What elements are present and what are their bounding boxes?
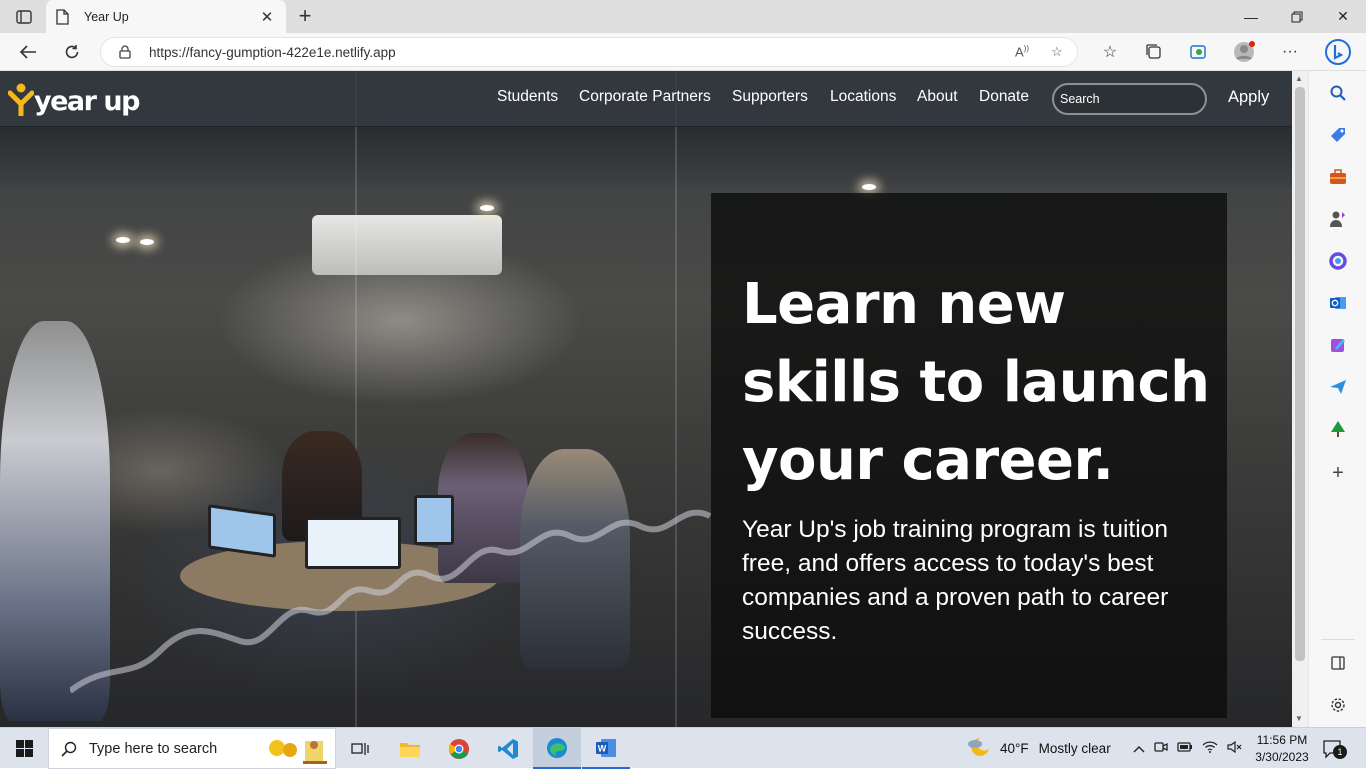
notification-center-icon[interactable]: 1: [1322, 728, 1347, 769]
outlook-icon[interactable]: [1326, 291, 1350, 315]
minimize-button[interactable]: —: [1228, 0, 1274, 33]
designer-icon[interactable]: [1326, 333, 1350, 357]
browser-tab[interactable]: Year Up ✕: [46, 0, 286, 33]
logo-text: year up: [34, 86, 140, 117]
browser-toolbar: https://fancy-gumption-422e1e.netlify.ap…: [0, 33, 1366, 71]
windows-start-icon[interactable]: [0, 728, 48, 769]
ceiling-light: [480, 205, 494, 211]
add-favorite-icon[interactable]: ☆: [1051, 44, 1063, 60]
battery-icon[interactable]: [1177, 741, 1193, 756]
decorative-wave: [70, 509, 712, 694]
nav-apply[interactable]: Apply: [1228, 88, 1269, 107]
scroll-down-icon[interactable]: ▼: [1295, 714, 1303, 723]
headline-line: your career.: [742, 428, 1114, 493]
search-icon[interactable]: [1326, 81, 1350, 105]
file-explorer-icon[interactable]: [386, 728, 434, 769]
weather-widget[interactable]: 40°F Mostly clear: [966, 728, 1111, 769]
hero-body-text: Year Up's job training program is tuitio…: [742, 516, 1169, 645]
hero-panel: Learn new skills to launch your career. …: [711, 193, 1227, 718]
weather-moon-icon: [966, 736, 992, 761]
back-arrow-icon[interactable]: [14, 38, 42, 66]
lock-icon[interactable]: [119, 45, 131, 64]
tab-title: Year Up: [84, 9, 129, 24]
tree-icon[interactable]: [1326, 417, 1350, 441]
nav-donate[interactable]: Donate: [979, 88, 1029, 106]
ceiling-light: [140, 239, 154, 245]
microsoft-365-icon[interactable]: [1326, 249, 1350, 273]
clock-time: 11:56 PM: [1256, 733, 1308, 747]
close-tab-icon[interactable]: ✕: [258, 8, 276, 26]
weather-description: Mostly clear: [1038, 741, 1111, 756]
taskbar-search-placeholder: Type here to search: [89, 740, 218, 757]
bing-chat-icon[interactable]: [1324, 38, 1352, 66]
notification-badge: 1: [1333, 745, 1347, 759]
clock-date: 3/30/2023: [1255, 750, 1309, 764]
nav-students[interactable]: Students: [497, 88, 558, 106]
ceiling-light: [116, 237, 130, 243]
chevron-up-icon[interactable]: [1133, 741, 1145, 756]
windows-taskbar: Type here to search W 40°F Mostly clear: [0, 727, 1366, 769]
ceiling-light: [862, 184, 876, 190]
send-icon[interactable]: [1326, 375, 1350, 399]
shopping-tag-icon[interactable]: [1326, 123, 1350, 147]
nav-locations[interactable]: Locations: [830, 88, 896, 106]
search-icon: [61, 741, 77, 762]
hide-sidebar-icon[interactable]: [1326, 651, 1350, 675]
address-bar[interactable]: https://fancy-gumption-422e1e.netlify.ap…: [100, 37, 1078, 67]
new-tab-button[interactable]: +: [292, 3, 318, 29]
search-highlight-icon: [265, 735, 331, 770]
taskbar-clock[interactable]: 11:56 PM 3/30/2023: [1252, 732, 1312, 766]
games-icon[interactable]: [1326, 207, 1350, 231]
edge-taskbar-icon[interactable]: [533, 728, 581, 769]
restore-button[interactable]: [1274, 0, 1320, 33]
meet-now-icon[interactable]: [1154, 740, 1168, 757]
url-text[interactable]: https://fancy-gumption-422e1e.netlify.ap…: [149, 45, 396, 60]
close-window-button[interactable]: ✕: [1320, 0, 1366, 33]
profile-avatar[interactable]: [1230, 38, 1258, 66]
nav-about[interactable]: About: [917, 88, 958, 106]
page-icon: [56, 8, 72, 25]
refresh-icon[interactable]: [58, 38, 86, 66]
favorites-icon[interactable]: ☆: [1096, 38, 1124, 66]
nav-corporate-partners[interactable]: Corporate Partners: [579, 88, 711, 106]
yearup-logo-icon: [8, 83, 34, 116]
site-navbar: year up Students Corporate Partners Supp…: [0, 71, 1292, 127]
yearup-logo[interactable]: year up: [8, 81, 140, 117]
tab-actions-icon[interactable]: [8, 6, 40, 28]
sidebar-settings-gear-icon[interactable]: [1326, 693, 1350, 717]
ceiling: [0, 127, 1292, 187]
page-scrollbar[interactable]: ▲ ▼: [1292, 71, 1308, 727]
more-options-icon[interactable]: ···: [1276, 38, 1304, 66]
weather-temperature: 40°F: [1000, 741, 1029, 756]
site-search-input[interactable]: [1052, 83, 1207, 115]
add-sidebar-app-icon[interactable]: +: [1326, 461, 1350, 485]
collections-icon[interactable]: [1140, 38, 1168, 66]
edge-sidebar: +: [1308, 71, 1366, 727]
headline-line: Learn new: [742, 272, 1066, 337]
air-conditioner: [312, 215, 502, 275]
browser-tabstrip: Year Up ✕ + — ✕: [0, 0, 1366, 33]
scrollbar-thumb[interactable]: [1295, 87, 1305, 661]
vscode-icon[interactable]: [484, 728, 532, 769]
svg-text:W: W: [598, 743, 607, 753]
nav-supporters[interactable]: Supporters: [732, 88, 808, 106]
task-view-icon[interactable]: [336, 728, 384, 769]
sidebar-divider: [1321, 639, 1355, 640]
taskbar-search-box[interactable]: Type here to search: [48, 728, 336, 769]
scroll-up-icon[interactable]: ▲: [1295, 74, 1303, 83]
word-icon[interactable]: W: [582, 728, 630, 769]
headline-line: skills to launch: [742, 350, 1210, 415]
hero-headline: Learn new skills to launch your career.: [742, 266, 1212, 500]
browser-essentials-icon[interactable]: [1184, 38, 1212, 66]
chrome-icon[interactable]: [435, 728, 483, 769]
system-tray: [1133, 728, 1243, 769]
read-aloud-icon[interactable]: A)): [1015, 44, 1029, 59]
volume-muted-icon[interactable]: [1227, 740, 1243, 756]
webpage: year up Students Corporate Partners Supp…: [0, 71, 1292, 727]
tools-briefcase-icon[interactable]: [1326, 165, 1350, 189]
wifi-icon[interactable]: [1202, 741, 1218, 756]
